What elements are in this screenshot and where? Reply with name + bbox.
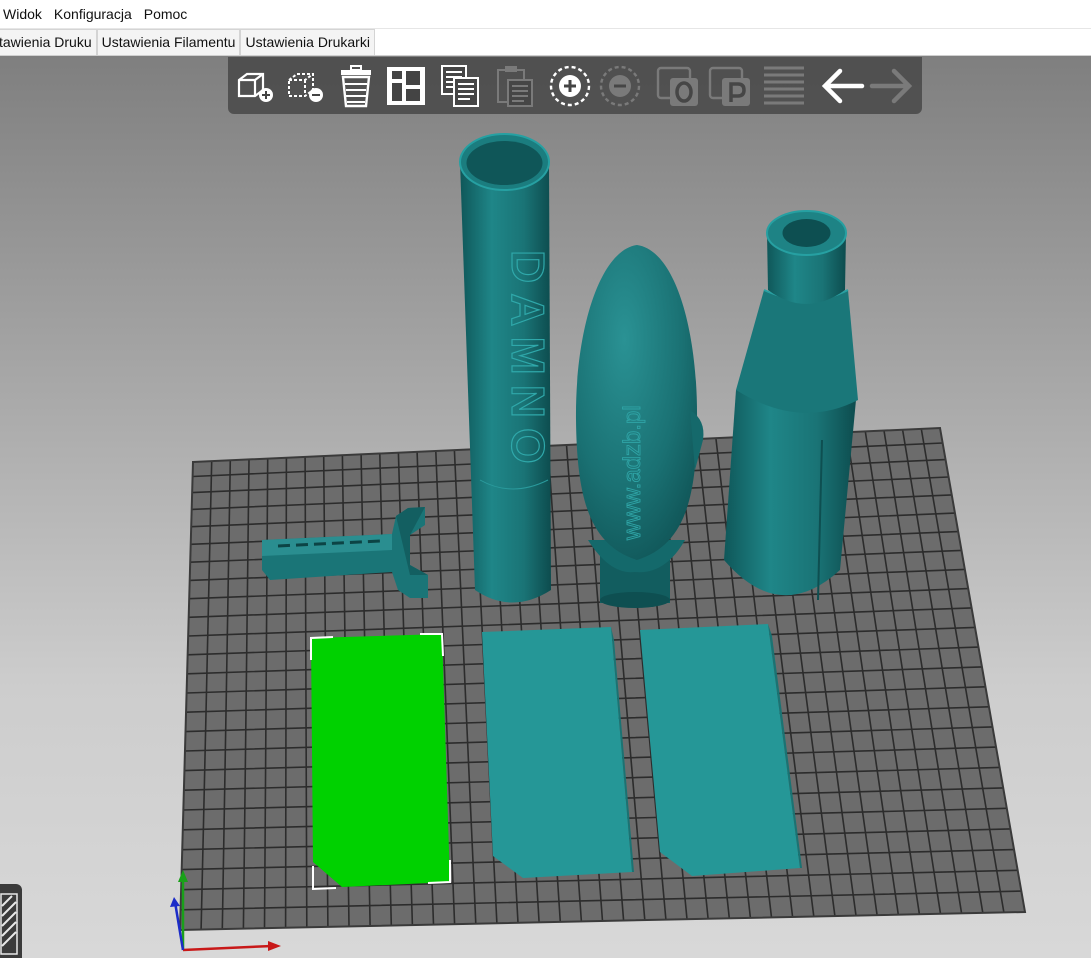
delete-all-icon [341, 65, 371, 108]
3d-viewport[interactable]: DAMNO www.adzb.pl [0, 56, 1091, 958]
delete-button[interactable] [282, 62, 330, 110]
tab-print-settings[interactable]: tawienia Druku [0, 29, 97, 55]
fin-2[interactable] [482, 627, 634, 878]
menu-konfiguracja[interactable]: Konfiguracja [48, 0, 138, 28]
split-objects-icon [656, 66, 698, 106]
copy-button[interactable] [436, 62, 484, 110]
undo-arrow-icon [821, 68, 865, 104]
layers-editing-icon [764, 66, 804, 105]
tab-printer-settings[interactable]: Ustawienia Drukarki [240, 29, 375, 55]
fin-1-selected[interactable] [310, 633, 451, 891]
paste-icon [497, 66, 533, 107]
menu-widok[interactable]: Widok [0, 0, 48, 28]
remove-instance-icon [599, 65, 641, 107]
split-parts-button[interactable] [706, 62, 754, 110]
split-objects-button[interactable] [654, 62, 702, 110]
paste-button[interactable] [490, 62, 538, 110]
collapse-sidebar-button[interactable] [0, 884, 22, 958]
redo-arrow-icon [869, 68, 913, 104]
add-object-icon [237, 72, 273, 102]
layers-button[interactable] [760, 62, 808, 110]
delete-all-button[interactable] [332, 62, 380, 110]
menu-pomoc[interactable]: Pomoc [138, 0, 194, 28]
scene-canvas[interactable]: DAMNO www.adzb.pl [0, 56, 1091, 958]
tab-bar: tawienia Druku Ustawienia Filamentu Usta… [0, 29, 1091, 56]
menu-bar: Widok Konfiguracja Pomoc [0, 0, 1091, 29]
tab-filament-settings[interactable]: Ustawienia Filamentu [96, 29, 241, 55]
nozzle-body-object[interactable] [724, 210, 858, 601]
tube-engraving: DAMNO [502, 250, 554, 474]
split-parts-icon [708, 66, 750, 106]
add-button[interactable] [232, 62, 280, 110]
scene-toolbar [228, 57, 922, 114]
copy-icon [441, 65, 479, 107]
undo-button[interactable] [818, 62, 866, 110]
nose-cone-engraving: www.adzb.pl [619, 405, 646, 541]
add-instance-icon [549, 65, 591, 107]
add-instance-button[interactable] [546, 62, 594, 110]
tube-body-object[interactable]: DAMNO [459, 133, 555, 603]
sidebar-toggle-icon [0, 893, 18, 955]
remove-instance-button[interactable] [596, 62, 644, 110]
arrange-button[interactable] [382, 62, 430, 110]
delete-object-icon [288, 73, 323, 102]
redo-button[interactable] [868, 62, 916, 110]
arrange-icon [387, 67, 425, 105]
